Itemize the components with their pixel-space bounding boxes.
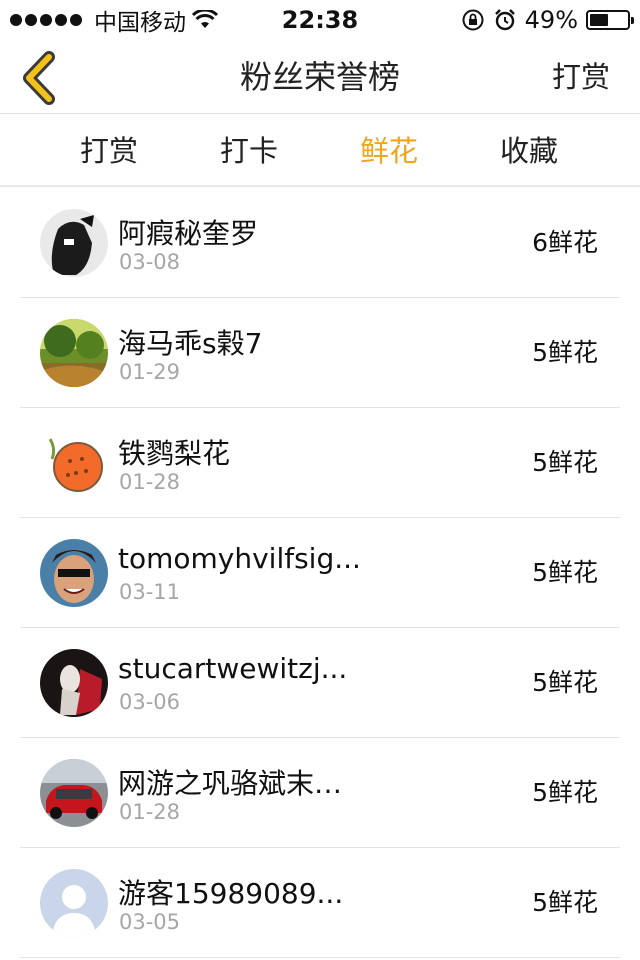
tab-favorites[interactable]: 收藏 [500,115,558,187]
fan-date: 01-29 [119,360,181,384]
flower-count: 5鲜花 [532,338,598,367]
fan-date: 03-08 [119,250,181,274]
cartoon-face-avatar[interactable] [40,539,108,607]
flower-count: 6鲜花 [532,228,598,257]
flower-count: 5鲜花 [532,558,598,587]
list-item[interactable]: 网游之巩骆斌末… 01-28 5鲜花 [20,738,620,848]
flower-count: 5鲜花 [532,778,598,807]
list-item[interactable]: 阿瘕秘奎罗 03-08 6鲜花 [20,188,620,298]
reward-button[interactable]: 打赏 [552,40,610,114]
fan-date: 03-06 [119,690,181,714]
battery-percent: 49% [524,6,578,34]
list-item[interactable]: 海马乖s榖7 01-29 5鲜花 [20,298,620,408]
alarm-icon [494,9,515,31]
forest-avatar[interactable] [40,319,108,387]
fan-date: 01-28 [119,470,181,494]
fan-name: tomomyhvilfsig... [118,542,361,575]
list-item[interactable]: 游客15989089... 03-05 5鲜花 [20,848,620,958]
status-right: 49% [461,0,634,40]
battery-icon [586,10,634,30]
fan-name: stucartwewitzj... [118,652,348,685]
status-bar: 中国移动 22:38 49% [0,0,640,40]
orange-cartoon-avatar[interactable] [40,429,108,497]
default-user-avatar[interactable] [40,869,108,937]
nav-bar: 粉丝荣誉榜 打赏 [0,40,640,114]
list-item[interactable]: 铁鹨梨花 01-28 5鲜花 [20,408,620,518]
tab-bar: 打赏 打卡 鲜花 收藏 [0,115,640,187]
flower-count: 5鲜花 [532,888,598,917]
tab-checkin[interactable]: 打卡 [220,115,278,187]
fan-name: 游客15989089... [118,877,344,910]
fan-name: 海马乖s榖7 [118,327,263,360]
figure-red-avatar[interactable] [40,649,108,717]
rotation-lock-icon [462,9,484,31]
page-title: 粉丝荣誉榜 [239,58,400,96]
fan-name: 阿瘕秘奎罗 [118,217,259,250]
fan-list: 阿瘕秘奎罗 03-08 6鲜花 海马乖s榖7 01-29 5鲜花 铁鹨梨花 01… [20,188,620,958]
tab-reward[interactable]: 打赏 [80,115,138,187]
fan-name: 网游之巩骆斌末… [118,767,343,800]
battery-level [590,14,608,26]
flower-count: 5鲜花 [532,448,598,477]
dark-figure-avatar[interactable] [40,209,108,277]
red-car-avatar[interactable] [40,759,108,827]
fan-date: 01-28 [119,800,181,824]
tab-flowers[interactable]: 鲜花 [360,115,418,187]
fan-date: 03-11 [119,580,181,604]
flower-count: 5鲜花 [532,668,598,697]
list-item[interactable]: stucartwewitzj... 03-06 5鲜花 [20,628,620,738]
fan-date: 03-05 [119,910,181,934]
fan-name: 铁鹨梨花 [118,437,231,470]
list-item[interactable]: tomomyhvilfsig... 03-11 5鲜花 [20,518,620,628]
